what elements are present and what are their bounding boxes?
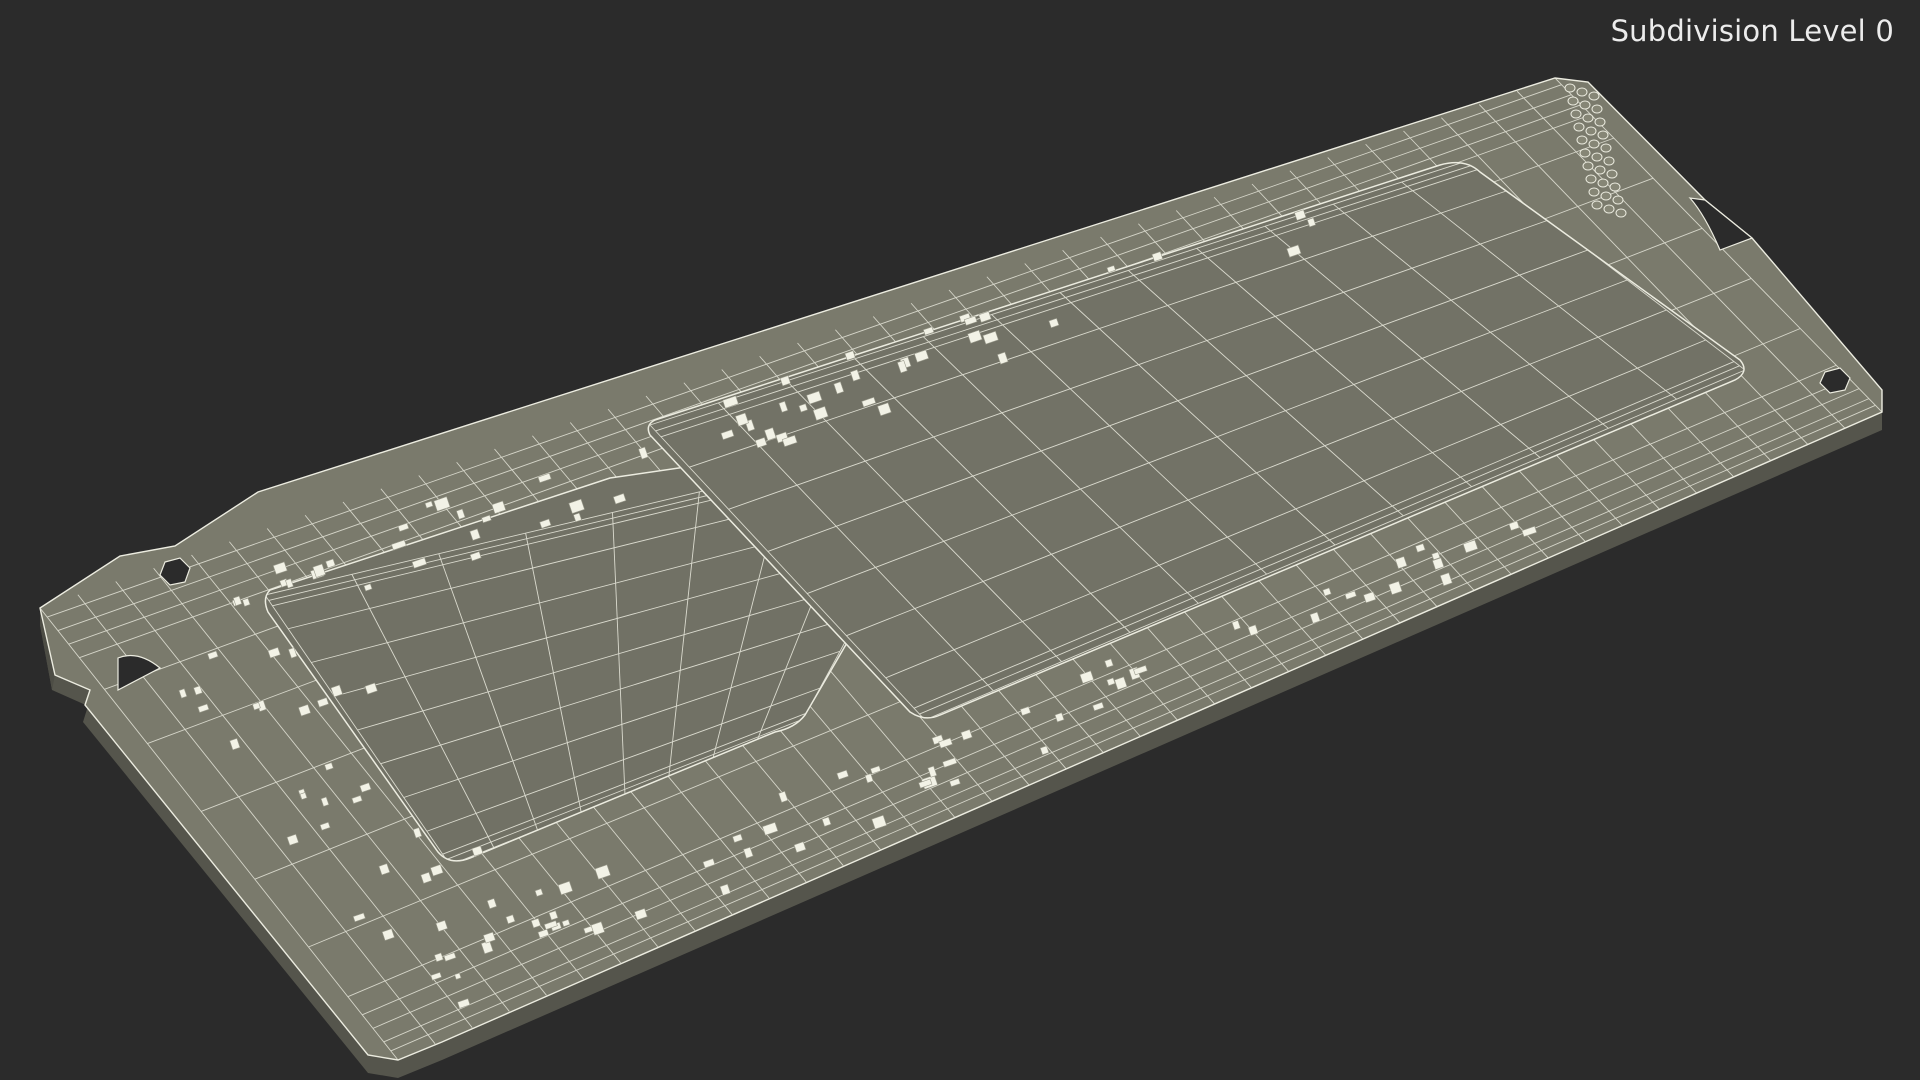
ssd-circuit-board-icon	[39, 77, 1883, 1078]
subdivision-label: Subdivision Level 0	[1610, 14, 1894, 48]
viewport: Subdivision Level 0	[0, 0, 1920, 1080]
